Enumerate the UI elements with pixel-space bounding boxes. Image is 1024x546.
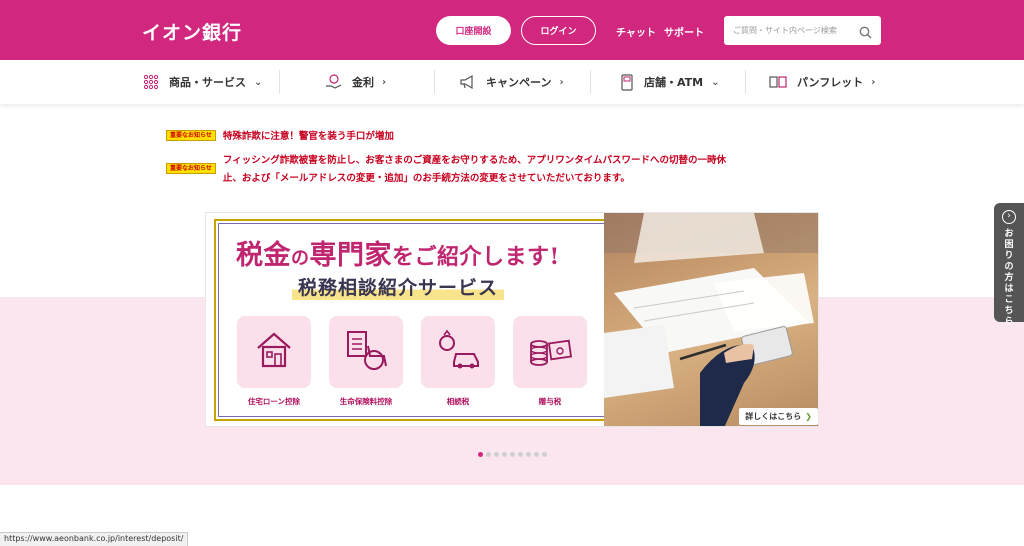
nav-label: キャンペーン [486, 76, 552, 89]
notice-text-line1[interactable]: フィッシング詐欺被害を防止し、お客さまのご資産をお守りするため、アプリワンタイム… [223, 152, 726, 170]
arrow-circle-icon: › [1002, 210, 1016, 224]
carousel-dot[interactable] [502, 452, 507, 457]
important-notice[interactable]: 重要なお知らせ フィッシング詐欺被害を防止し、お客さまのご資産をお守りするため、… [166, 152, 726, 188]
carousel-dot[interactable] [486, 452, 491, 457]
login-button[interactable]: ログイン [521, 16, 596, 45]
house-loan-card [237, 316, 311, 388]
browser-status-url: https://www.aeonbank.co.jp/interest/depo… [0, 532, 189, 546]
help-side-tab-label: お困りの方はこちら [1004, 229, 1014, 327]
atm-icon [620, 73, 634, 91]
main-navigation: 商品・サービス ⌄ 金利 › キャンペーン › 店舗・ATM ⌄ パンフレット … [0, 60, 1024, 104]
card-label: 生命保険料控除 [339, 397, 393, 406]
chevron-right-icon: › [559, 76, 564, 88]
aeon-bank-logo[interactable]: イオン銀行 [142, 18, 242, 45]
chevron-down-icon: ⌄ [711, 76, 720, 88]
carousel-dot[interactable] [518, 452, 523, 457]
important-badge: 重要なお知らせ [166, 163, 216, 174]
banner-content: 税金の専門家をご紹介します! 税務相談紹介サービス 住宅ローン控除 生命保険料控… [206, 213, 604, 426]
notice-text-line2[interactable]: 止、および「メールアドレスの変更・追加」のお手続方法の変更をさせていただいており… [223, 170, 726, 188]
inheritance-tax-card [421, 316, 495, 388]
chevron-right-icon: ❯ [805, 412, 812, 421]
nav-divider [590, 70, 591, 94]
nav-pamphlets[interactable]: パンフレット › [769, 60, 875, 104]
gift-tax-card [513, 316, 587, 388]
site-search [724, 16, 881, 45]
help-side-tab[interactable]: › お困りの方はこちら [994, 203, 1024, 327]
chevron-down-icon: ⌄ [254, 76, 263, 88]
ring-car-icon [434, 328, 482, 376]
megaphone-icon [459, 74, 476, 90]
nav-label: パンフレット [797, 76, 864, 89]
nav-interest-rates[interactable]: 金利 › [325, 60, 386, 104]
carousel-dot[interactable] [494, 452, 499, 457]
banner-title: 税金の専門家をご紹介します! [236, 240, 560, 271]
banner-subtitle: 税務相談紹介サービス [292, 273, 505, 300]
support-link[interactable]: サポート [664, 24, 704, 39]
notice-text[interactable]: 特殊詐欺に注意！警官を装う手口が増加 [223, 128, 394, 146]
carousel-dot[interactable] [478, 452, 483, 457]
details-button[interactable]: 詳しくはこちら ❯ [739, 408, 818, 425]
carousel-dot[interactable] [542, 452, 547, 457]
nav-divider [745, 70, 746, 94]
carousel-dot[interactable] [534, 452, 539, 457]
life-insurance-card [329, 316, 403, 388]
money-coins-icon [526, 328, 574, 376]
header-bar: イオン銀行 口座開設 ログイン チャット サポート [0, 0, 1024, 60]
chevron-right-icon: › [871, 76, 876, 88]
card-label: 贈与税 [538, 397, 562, 406]
search-input[interactable] [724, 16, 854, 45]
nav-products-services[interactable]: 商品・サービス ⌄ [143, 60, 262, 104]
important-badge: 重要なお知らせ [166, 130, 216, 141]
nav-divider [279, 70, 280, 94]
carousel-dot[interactable] [510, 452, 515, 457]
house-icon [252, 328, 296, 376]
carousel-pagination [478, 452, 550, 457]
tax-consultation-banner[interactable]: 税金の専門家をご紹介します! 税務相談紹介サービス 住宅ローン控除 生命保険料控… [205, 212, 819, 427]
wheelchair-clipboard-icon [342, 328, 390, 376]
nav-label: 店舗・ATM [644, 76, 704, 89]
card-label: 住宅ローン控除 [247, 397, 301, 406]
search-icon[interactable] [859, 24, 872, 43]
open-account-button[interactable]: 口座開設 [436, 16, 511, 45]
carousel-dot[interactable] [526, 452, 531, 457]
important-notice[interactable]: 重要なお知らせ 特殊詐欺に注意！警官を装う手口が増加 [166, 128, 394, 146]
nav-label: 商品・サービス [169, 76, 246, 89]
card-label: 相続税 [446, 397, 470, 406]
grid-dots-icon [143, 74, 159, 90]
hand-coin-icon [325, 74, 342, 90]
chat-link[interactable]: チャット [616, 24, 656, 39]
pamphlet-icon [769, 75, 787, 89]
nav-label: 金利 [352, 76, 374, 89]
nav-divider [434, 70, 435, 94]
chevron-right-icon: › [382, 76, 387, 88]
consultation-photo: 詳しくはこちら ❯ [604, 213, 818, 426]
nav-campaigns[interactable]: キャンペーン › [459, 60, 564, 104]
nav-branches-atm[interactable]: 店舗・ATM ⌄ [620, 60, 720, 104]
